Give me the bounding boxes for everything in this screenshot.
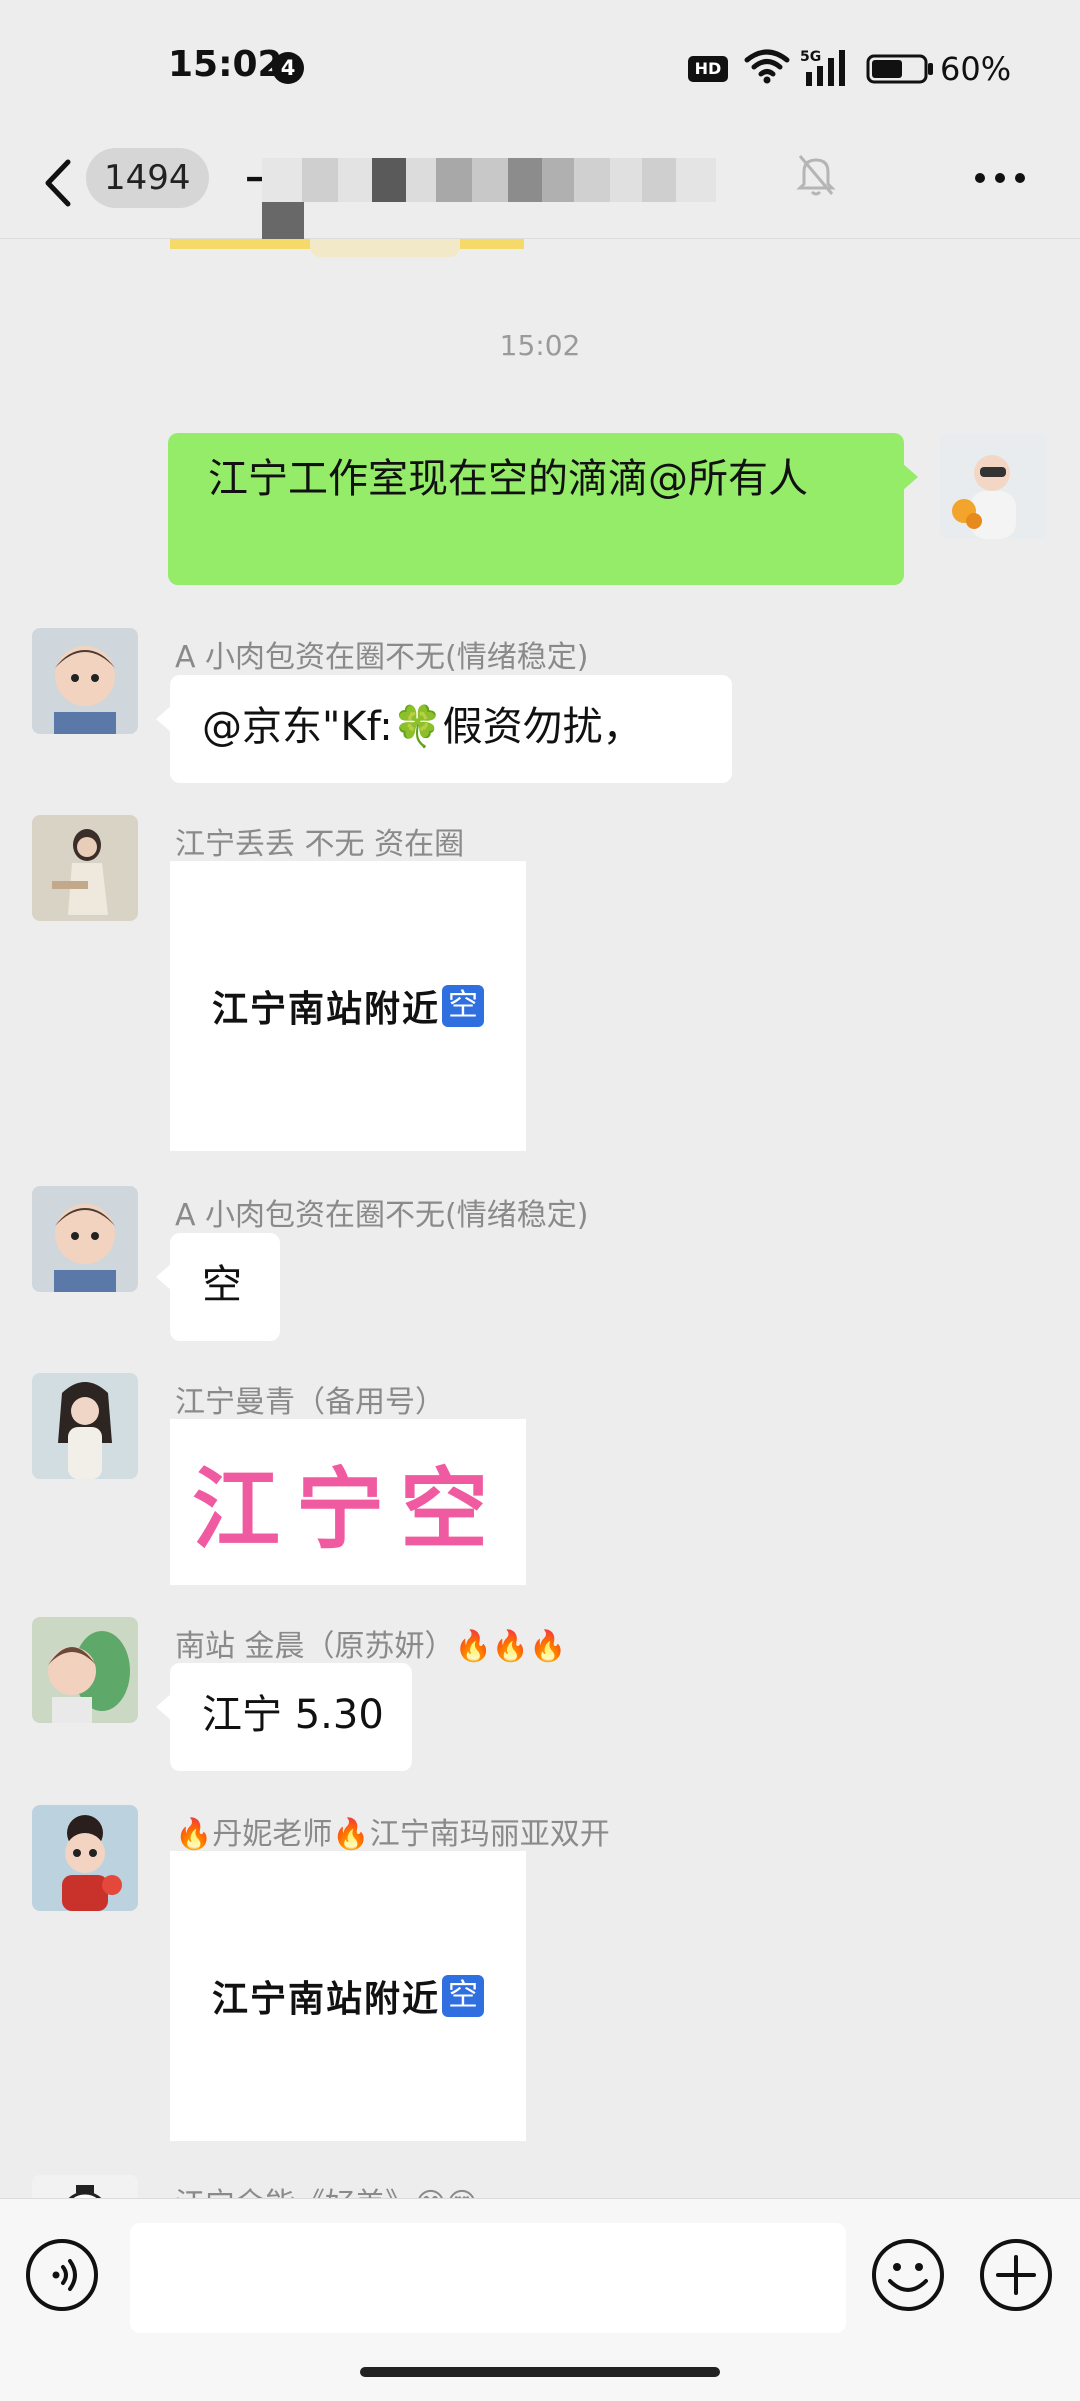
wifi-icon <box>744 49 790 84</box>
battery-icon <box>866 54 933 84</box>
plus-icon[interactable] <box>978 2237 1054 2313</box>
image-message[interactable]: 江宁南站附近空 <box>170 861 526 1151</box>
signal-5g-icon: 5G <box>800 49 845 86</box>
avatar[interactable] <box>32 628 138 734</box>
redacted-title <box>262 158 738 246</box>
avatar[interactable] <box>32 1805 138 1911</box>
network-label: 5G <box>800 49 821 65</box>
home-indicator[interactable] <box>360 2367 720 2377</box>
battery-level-fill <box>872 60 902 78</box>
mute-bell-icon <box>796 155 836 196</box>
avatar[interactable] <box>32 1373 138 1479</box>
sticker-text: 江宁空 <box>191 1456 504 1561</box>
sender-name: 江宁曼青（备用号） <box>175 1385 445 1420</box>
avatar[interactable] <box>32 2175 138 2199</box>
battery-percent: 60% <box>940 50 1012 88</box>
message-input-bar <box>0 2198 1080 2401</box>
avatar[interactable] <box>32 815 138 921</box>
sticker-text: 江宁南站附近 <box>211 988 440 1030</box>
sender-name: A 小肉包资在圈不无(情绪稳定) <box>175 640 589 675</box>
sender-name: 🔥丹妮老师🔥江宁南玛丽亚双开 <box>175 1817 610 1852</box>
incoming-text-bubble[interactable]: 空 <box>156 1233 280 1341</box>
avatar[interactable] <box>32 1617 138 1723</box>
sticker-text: 江宁南站附近 <box>211 1978 440 2020</box>
chat-header: 1494 一 <box>0 130 1080 246</box>
emoji-icon[interactable] <box>870 2237 946 2313</box>
previous-message-fragment-shadow <box>310 239 460 257</box>
message-timestamp: 15:02 <box>499 329 581 362</box>
outgoing-text-bubble[interactable]: 江宁工作室现在空的滴滴@所有人 <box>168 433 918 585</box>
status-time: 15:02 <box>168 44 283 85</box>
incoming-text-bubble[interactable]: @京东"Kf:🍀假资勿扰， <box>156 675 732 783</box>
status-bar: 15:02 4 HD 5G 60% <box>0 0 1080 130</box>
sticker-badge: 空 <box>442 985 484 1027</box>
image-message[interactable]: 江宁空 <box>170 1419 526 1585</box>
incoming-text-bubble[interactable]: 江宁 5.30 <box>156 1663 412 1771</box>
more-icon[interactable] <box>972 168 1028 188</box>
sender-name: 南站 金晨（原苏妍）🔥🔥🔥 <box>175 1629 567 1664</box>
sender-name: 江宁余能《好美》😊😍 <box>175 2179 478 2199</box>
avatar[interactable] <box>940 433 1046 539</box>
avatar[interactable] <box>32 1186 138 1292</box>
sticker-badge: 空 <box>442 1975 484 2017</box>
back-chevron-icon[interactable] <box>38 148 78 218</box>
chat-message-list[interactable]: 15:02 江宁工作室现在空的滴滴@所有人 A 小肉包资在圈不无(情绪稳定) @… <box>0 239 1080 2199</box>
sender-name: A 小肉包资在圈不无(情绪稳定) <box>175 1198 589 1233</box>
image-message[interactable]: 江宁南站附近空 <box>170 1851 526 2141</box>
hd-icon: HD <box>688 56 728 82</box>
notification-count-badge: 4 <box>272 52 304 84</box>
sender-name: 江宁丢丢 不无 资在圈 <box>175 827 465 862</box>
unread-count-pill[interactable]: 1494 <box>86 148 209 208</box>
voice-icon[interactable] <box>26 2239 98 2311</box>
message-input[interactable] <box>130 2223 846 2333</box>
